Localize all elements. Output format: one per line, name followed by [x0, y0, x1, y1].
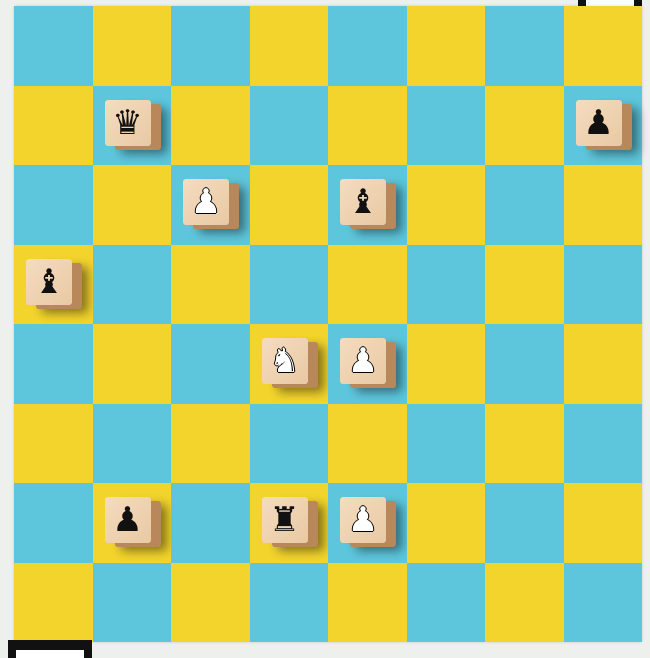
chess-board: ♛ ♟ ♟ ♝ ♝ ♞ ♟ ♟ ♜ ♟	[14, 6, 642, 642]
square-f1[interactable]	[406, 562, 485, 642]
white-pawn-piece-icon[interactable]: ♟	[340, 497, 386, 543]
square-d8[interactable]	[249, 6, 328, 86]
square-a2[interactable]	[14, 483, 93, 563]
square-b3[interactable]	[92, 403, 171, 483]
square-a3[interactable]	[14, 403, 93, 483]
square-b8[interactable]	[92, 6, 171, 86]
square-a1[interactable]	[14, 562, 93, 642]
square-e3[interactable]	[328, 403, 407, 483]
square-a7[interactable]	[14, 85, 93, 165]
square-e6[interactable]: ♝	[328, 165, 407, 245]
square-h3[interactable]	[563, 403, 642, 483]
fiducial-marker-bottom-left	[8, 640, 92, 658]
square-g2[interactable]	[485, 483, 564, 563]
square-h6[interactable]	[563, 165, 642, 245]
square-d7[interactable]	[249, 85, 328, 165]
square-e2[interactable]: ♟	[328, 483, 407, 563]
black-queen-piece-icon[interactable]: ♛	[104, 99, 151, 146]
square-c4[interactable]	[171, 324, 250, 404]
square-e5[interactable]	[328, 244, 407, 324]
black-pawn-piece-icon[interactable]: ♟	[104, 497, 151, 543]
square-d1[interactable]	[249, 562, 328, 642]
square-b7[interactable]: ♛	[92, 85, 171, 165]
square-a4[interactable]	[14, 324, 93, 404]
square-c1[interactable]	[171, 562, 250, 642]
square-g8[interactable]	[485, 6, 564, 86]
square-f7[interactable]	[406, 85, 485, 165]
black-bishop-piece-icon[interactable]: ♝	[26, 258, 72, 305]
square-b5[interactable]	[92, 244, 171, 324]
square-h7[interactable]: ♟	[563, 85, 642, 165]
square-d5[interactable]	[249, 244, 328, 324]
square-d4[interactable]: ♞	[249, 324, 328, 404]
square-a6[interactable]	[14, 165, 93, 245]
square-f4[interactable]	[406, 324, 485, 404]
square-f6[interactable]	[406, 165, 485, 245]
square-g4[interactable]	[485, 324, 564, 404]
square-g5[interactable]	[485, 244, 564, 324]
square-b6[interactable]	[92, 165, 171, 245]
square-g3[interactable]	[485, 403, 564, 483]
black-bishop-piece-icon[interactable]: ♝	[340, 179, 386, 225]
square-d2[interactable]: ♜	[249, 483, 328, 563]
white-pawn-piece-icon[interactable]: ♟	[183, 179, 229, 225]
black-pawn-piece-icon[interactable]: ♟	[575, 99, 622, 146]
square-g7[interactable]	[485, 85, 564, 165]
square-c8[interactable]	[171, 6, 250, 86]
square-e8[interactable]	[328, 6, 407, 86]
square-h8[interactable]	[563, 6, 642, 86]
square-c2[interactable]	[171, 483, 250, 563]
white-knight-piece-icon[interactable]: ♞	[261, 338, 308, 384]
square-e1[interactable]	[328, 562, 407, 642]
square-f5[interactable]	[406, 244, 485, 324]
square-b1[interactable]	[92, 562, 171, 642]
square-b4[interactable]	[92, 324, 171, 404]
black-rook-piece-icon[interactable]: ♜	[261, 497, 308, 543]
square-f2[interactable]	[406, 483, 485, 563]
square-h4[interactable]	[563, 324, 642, 404]
square-e7[interactable]	[328, 85, 407, 165]
square-b2[interactable]: ♟	[92, 483, 171, 563]
white-pawn-piece-icon[interactable]: ♟	[340, 338, 386, 384]
square-g1[interactable]	[485, 562, 564, 642]
square-h1[interactable]	[563, 562, 642, 642]
square-a5[interactable]: ♝	[14, 244, 93, 324]
square-c3[interactable]	[171, 403, 250, 483]
square-e4[interactable]: ♟	[328, 324, 407, 404]
square-f8[interactable]	[406, 6, 485, 86]
square-h2[interactable]	[563, 483, 642, 563]
square-d3[interactable]	[249, 403, 328, 483]
square-h5[interactable]	[563, 244, 642, 324]
square-c7[interactable]	[171, 85, 250, 165]
square-c6[interactable]: ♟	[171, 165, 250, 245]
square-c5[interactable]	[171, 244, 250, 324]
square-a8[interactable]	[14, 6, 93, 86]
square-g6[interactable]	[485, 165, 564, 245]
square-d6[interactable]	[249, 165, 328, 245]
square-f3[interactable]	[406, 403, 485, 483]
